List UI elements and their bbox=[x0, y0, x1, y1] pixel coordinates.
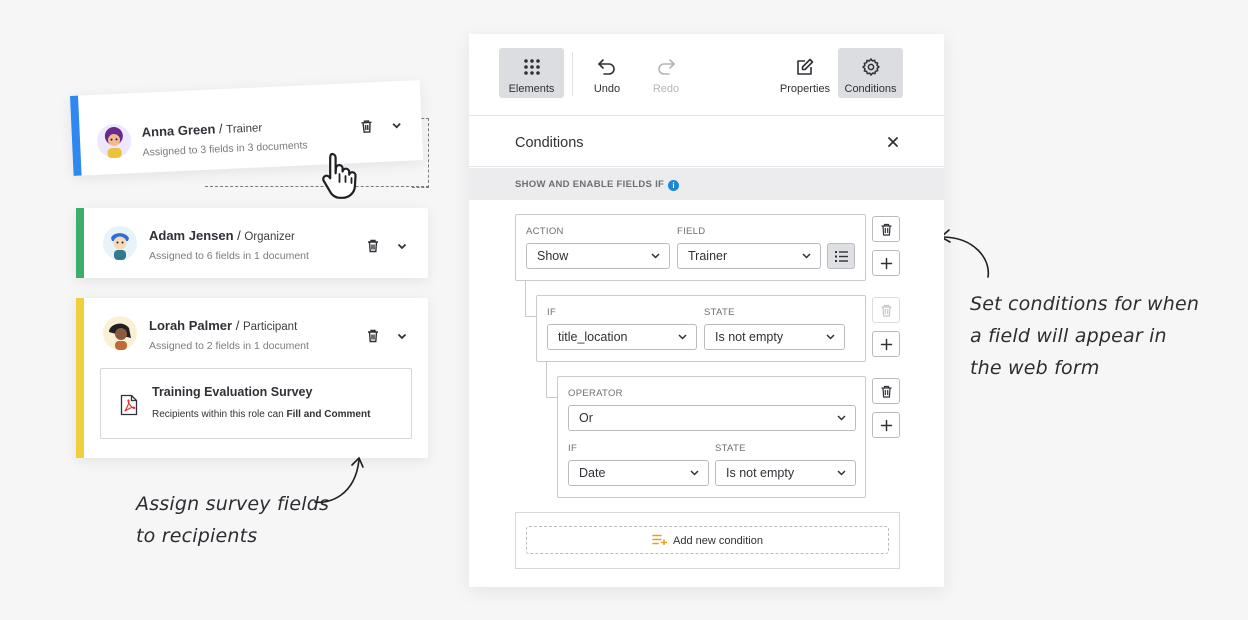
role-name: Adam Jensen / Organizer bbox=[149, 228, 295, 243]
chevron-down-icon bbox=[802, 253, 811, 259]
field-list-button[interactable] bbox=[827, 243, 855, 269]
grid-icon bbox=[523, 59, 540, 75]
tree-connector bbox=[546, 362, 557, 398]
edit-icon bbox=[797, 58, 814, 75]
condition-operator-group: OPERATOR Or IF STATE Date Is not empty bbox=[557, 376, 866, 498]
chevron-down-icon bbox=[837, 415, 846, 421]
properties-button[interactable]: Properties bbox=[774, 48, 836, 98]
add-action-button[interactable] bbox=[872, 250, 900, 276]
role-summary: Assigned to 2 fields in 1 document bbox=[149, 340, 309, 352]
document-title: Training Evaluation Survey bbox=[152, 385, 313, 399]
chevron-down-icon bbox=[690, 470, 699, 476]
note-set-conditions: Set conditions for when a field will app… bbox=[970, 293, 1200, 379]
avatar bbox=[103, 316, 137, 350]
if-field-select[interactable]: Date bbox=[568, 460, 709, 486]
tree-connector bbox=[525, 281, 536, 317]
action-select[interactable]: Show bbox=[526, 243, 670, 269]
undo-button[interactable]: Undo bbox=[581, 48, 633, 98]
avatar bbox=[103, 226, 137, 260]
role-name: Lorah Palmer / Participant bbox=[149, 318, 298, 333]
action-label: ACTION bbox=[526, 226, 564, 237]
avatar bbox=[96, 123, 132, 159]
trash-icon bbox=[881, 385, 892, 398]
add-condition-area: Add new condition bbox=[515, 512, 900, 569]
trash-icon[interactable] bbox=[365, 328, 381, 344]
chevron-down-icon[interactable] bbox=[394, 328, 410, 344]
if-field-select[interactable]: title_location bbox=[547, 324, 697, 350]
note-assign-fields: Assign survey fields to recipients bbox=[136, 493, 330, 547]
pdf-file-icon bbox=[120, 394, 138, 416]
delete-if-button[interactable] bbox=[872, 297, 900, 323]
conditions-title: Conditions bbox=[515, 135, 584, 151]
chevron-down-icon[interactable] bbox=[394, 238, 410, 254]
role-summary: Assigned to 3 fields in 3 documents bbox=[142, 139, 308, 159]
document-permission: Recipients within this role can Fill and… bbox=[152, 409, 371, 420]
toolbar: Elements Undo Redo Properties Conditions bbox=[469, 34, 944, 116]
conditions-button[interactable]: Conditions bbox=[838, 48, 903, 98]
chevron-down-icon bbox=[837, 470, 846, 476]
section-label: SHOW AND ENABLE FIELDS IF i bbox=[515, 179, 680, 191]
state-label: STATE bbox=[715, 443, 746, 454]
add-operator-button[interactable] bbox=[872, 412, 900, 438]
role-card-lorah-palmer[interactable]: Lorah Palmer / Participant Assigned to 2… bbox=[76, 298, 428, 458]
if-label: IF bbox=[568, 443, 578, 454]
gear-icon bbox=[861, 58, 880, 76]
state-label: STATE bbox=[704, 307, 735, 318]
role-summary: Assigned to 6 fields in 1 document bbox=[149, 250, 309, 262]
elements-button[interactable]: Elements bbox=[499, 48, 564, 98]
role-color-bar bbox=[70, 95, 82, 176]
toolbar-divider bbox=[572, 52, 573, 96]
chevron-down-icon bbox=[826, 334, 835, 340]
trash-icon[interactable] bbox=[365, 238, 381, 254]
add-list-icon bbox=[652, 534, 668, 546]
delete-operator-button[interactable] bbox=[872, 378, 900, 404]
trash-icon bbox=[881, 223, 892, 236]
arrow-left-icon bbox=[939, 229, 990, 278]
info-icon[interactable]: i bbox=[668, 180, 680, 191]
field-label: FIELD bbox=[677, 226, 706, 237]
redo-icon bbox=[658, 59, 675, 75]
condition-if-group: IF STATE title_location Is not empty bbox=[536, 295, 866, 362]
arrow-up-icon bbox=[314, 456, 364, 504]
close-icon[interactable] bbox=[885, 134, 901, 150]
role-color-bar bbox=[76, 208, 84, 278]
add-if-button[interactable] bbox=[872, 331, 900, 357]
plus-icon bbox=[880, 419, 893, 432]
chevron-down-icon bbox=[651, 253, 660, 259]
hand-pointer-icon bbox=[320, 150, 366, 200]
redo-button[interactable]: Redo bbox=[640, 48, 692, 98]
if-label: IF bbox=[547, 307, 557, 318]
operator-select[interactable]: Or bbox=[568, 405, 856, 431]
form-editor-panel: Elements Undo Redo Properties Conditions… bbox=[469, 34, 944, 587]
state-select[interactable]: Is not empty bbox=[715, 460, 856, 486]
chevron-down-icon[interactable] bbox=[388, 117, 405, 134]
state-select[interactable]: Is not empty bbox=[704, 324, 845, 350]
trash-icon[interactable] bbox=[358, 118, 375, 135]
role-card-anna-green[interactable]: Anna Green / Trainer Assigned to 3 field… bbox=[70, 80, 424, 176]
section-header: SHOW AND ENABLE FIELDS IF i bbox=[469, 168, 944, 200]
delete-action-button[interactable] bbox=[872, 216, 900, 242]
role-color-bar bbox=[76, 298, 84, 458]
plus-icon bbox=[880, 257, 893, 270]
trash-icon bbox=[881, 304, 892, 317]
role-name: Anna Green / Trainer bbox=[141, 120, 263, 140]
chevron-down-icon bbox=[678, 334, 687, 340]
plus-icon bbox=[880, 338, 893, 351]
list-icon bbox=[835, 251, 848, 262]
condition-action-group: ACTION FIELD Show Trainer bbox=[515, 214, 866, 281]
conditions-header: Conditions bbox=[469, 117, 944, 167]
undo-icon bbox=[598, 59, 615, 75]
field-select[interactable]: Trainer bbox=[677, 243, 821, 269]
drag-ghost-outline-bottom bbox=[205, 186, 429, 187]
document-item[interactable]: Training Evaluation Survey Recipients wi… bbox=[100, 368, 412, 439]
operator-label: OPERATOR bbox=[568, 388, 623, 399]
add-new-condition-button[interactable]: Add new condition bbox=[526, 526, 889, 554]
role-card-adam-jensen[interactable]: Adam Jensen / Organizer Assigned to 6 fi… bbox=[76, 208, 428, 278]
